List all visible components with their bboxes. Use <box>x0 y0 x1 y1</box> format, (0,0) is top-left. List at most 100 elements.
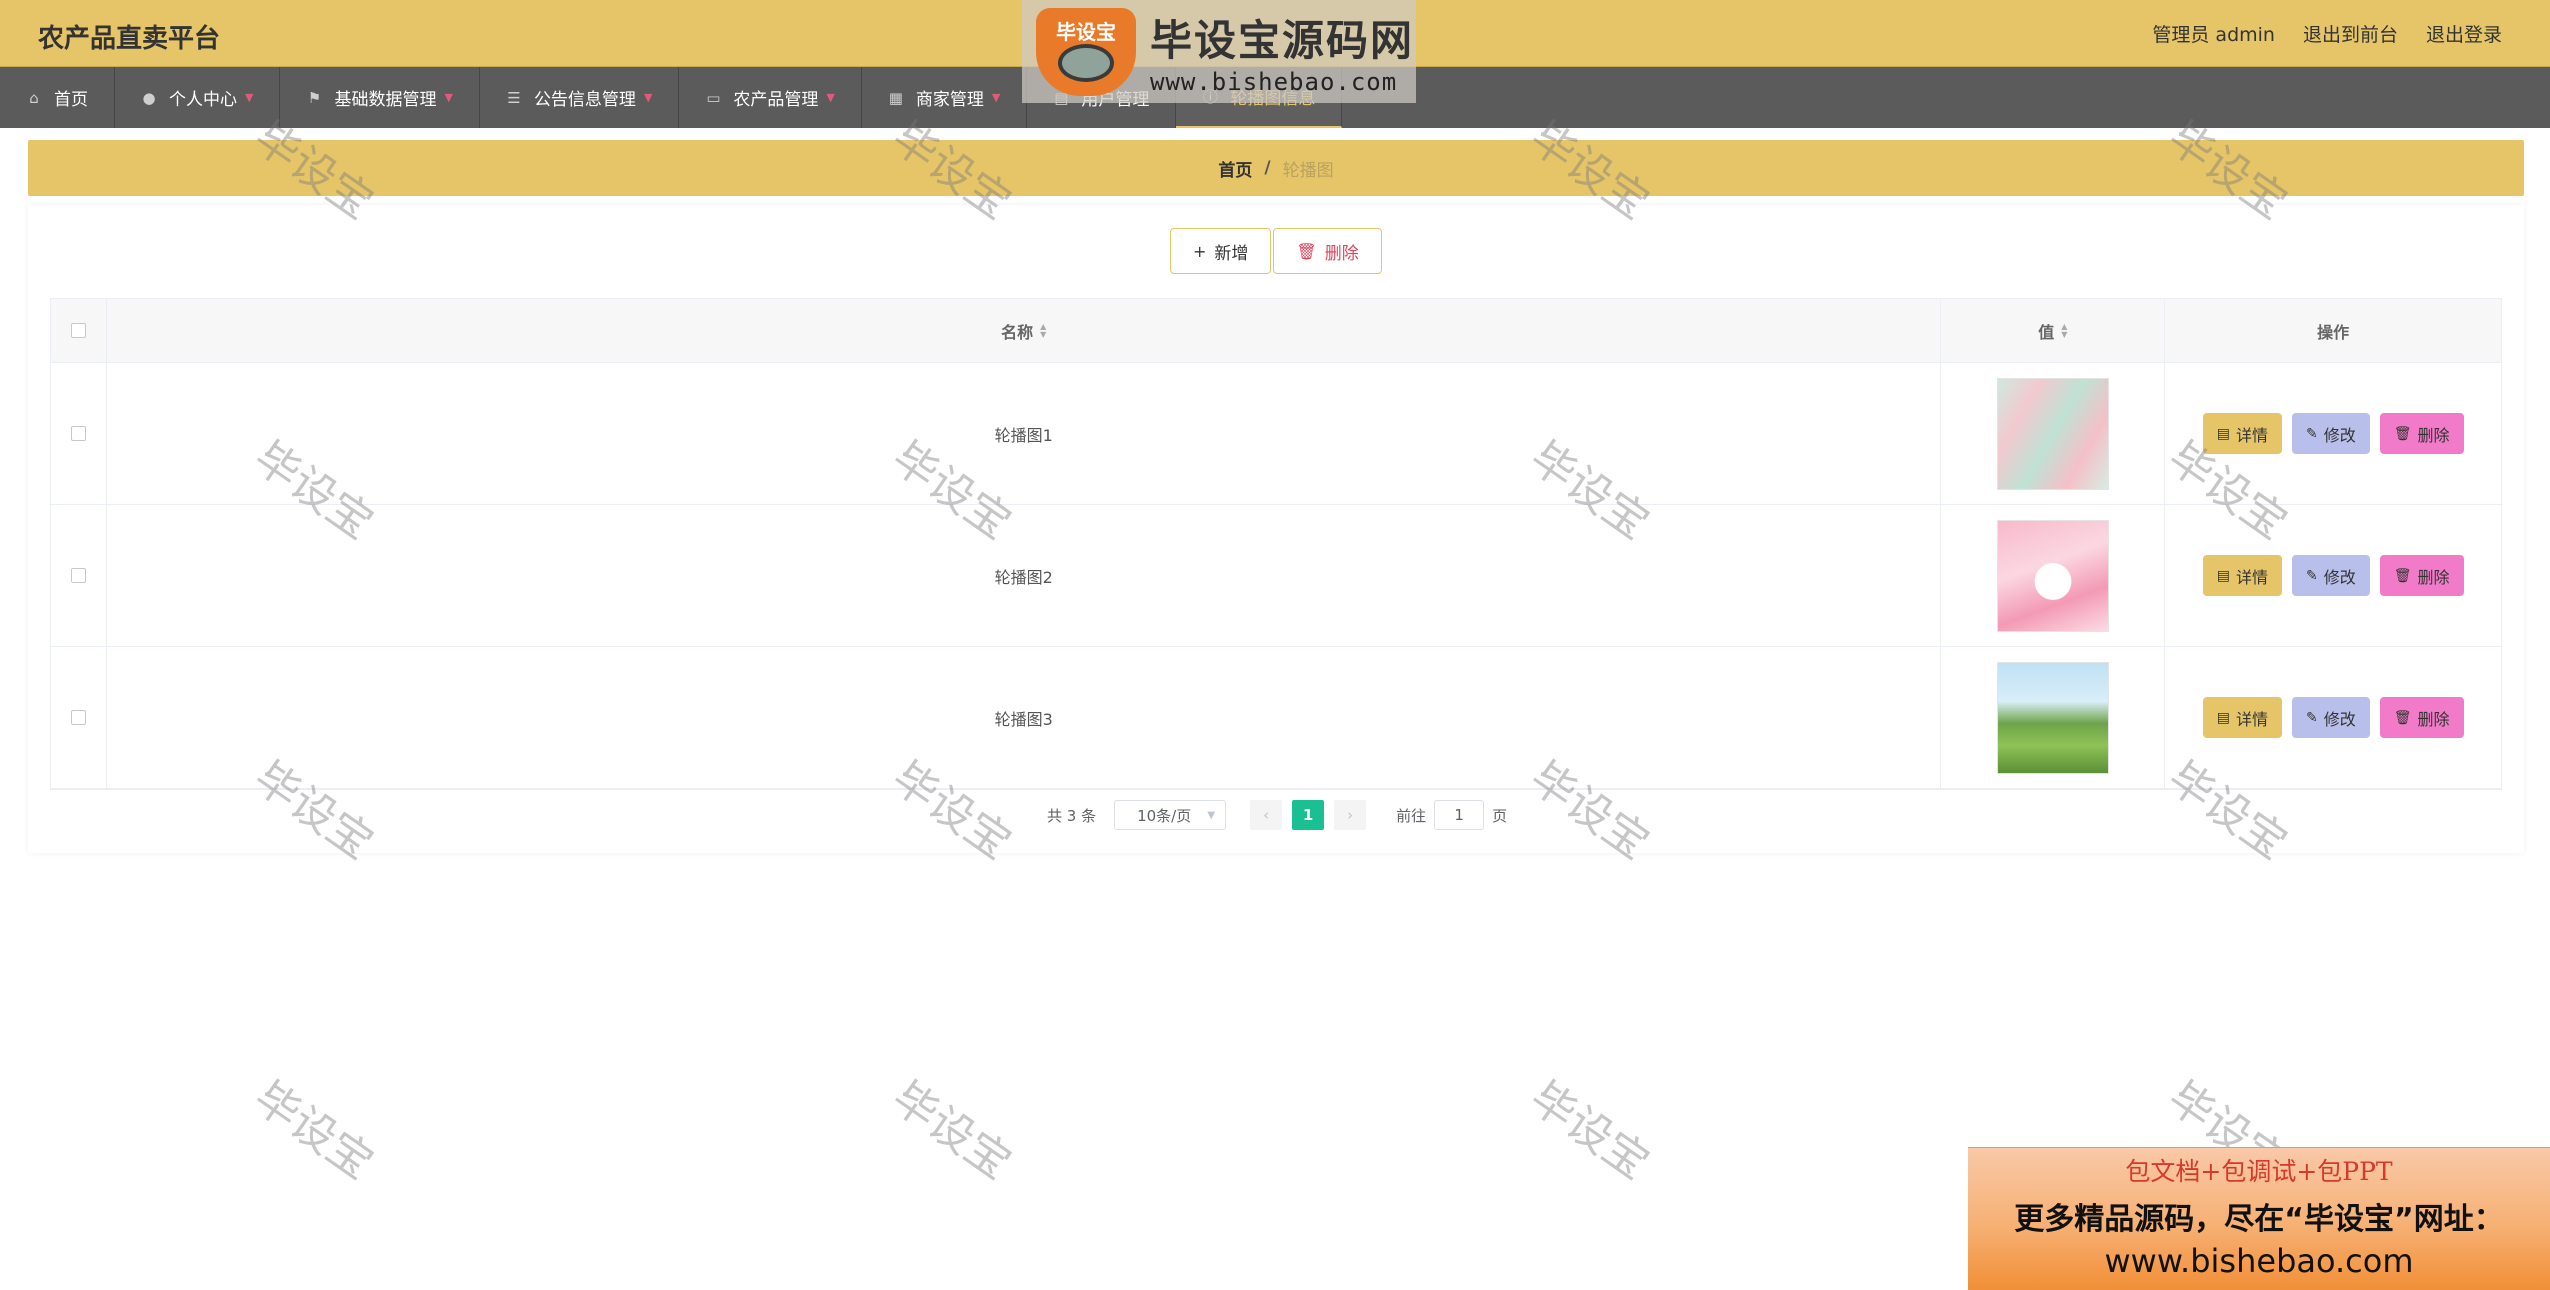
promo-banner[interactable]: 包文档+包调试+包PPT 更多精品源码，尽在“毕设宝”网址： www.bishe… <box>1968 1147 2550 1290</box>
row-checkbox[interactable] <box>70 710 86 725</box>
next-page-button[interactable]: › <box>1334 800 1367 830</box>
sort-icon[interactable]: ▲ ▼ <box>1040 322 1046 339</box>
detail-button-label: 详情 <box>2235 425 2268 445</box>
detail-button[interactable]: ▤ 详情 <box>2202 697 2282 738</box>
carousel-thumbnail[interactable] <box>1996 661 2109 774</box>
page-number-button[interactable]: 1 <box>1292 800 1325 830</box>
user-icon: ● <box>142 88 156 107</box>
detail-button[interactable]: ▤ 详情 <box>2202 413 2282 454</box>
brand-url: www.bishebao.com <box>1150 68 1398 96</box>
chevron-left-icon: ‹ <box>1263 806 1270 824</box>
nav-item-notice[interactable]: ☰ 公告信息管理 ▼ <box>480 67 680 128</box>
nav-item-label: 基础数据管理 <box>334 90 437 110</box>
flag-icon: ⚑ <box>307 88 322 107</box>
delete-button-label: 删除 <box>2417 567 2450 587</box>
row-check-cell <box>51 363 107 504</box>
edit-button[interactable]: ✎ 修改 <box>2291 555 2370 596</box>
goto-page-input[interactable]: 1 <box>1434 800 1485 830</box>
row-check-cell <box>51 647 107 788</box>
header-actions: 管理员 admin 退出到前台 退出登录 <box>2152 20 2502 47</box>
chevron-down-icon: ▼ <box>991 91 1001 104</box>
column-ops-label: 操作 <box>2317 322 2350 342</box>
header-check-cell <box>51 299 107 362</box>
brand-logo-icon: 毕设宝 <box>1036 7 1136 96</box>
page-size-value: 10条/页 <box>1137 806 1192 825</box>
document-icon: ▤ <box>2216 567 2230 584</box>
sort-icon[interactable]: ▲ ▼ <box>2061 322 2067 339</box>
edit-button-label: 修改 <box>2323 567 2356 587</box>
nav-item-base-data[interactable]: ⚑ 基础数据管理 ▼ <box>280 67 480 128</box>
batch-delete-label: 删除 <box>1324 243 1359 264</box>
add-button[interactable]: + 新增 <box>1170 228 1272 274</box>
admin-label: 管理员 admin <box>2152 24 2275 46</box>
row-name: 轮播图2 <box>994 567 1053 587</box>
grid-icon: ▦ <box>888 88 903 107</box>
front-link[interactable]: 退出到前台 <box>2303 20 2398 47</box>
trash-icon: 🗑 <box>2393 567 2412 584</box>
delete-button[interactable]: 🗑 删除 <box>2379 413 2464 454</box>
row-name-cell: 轮播图2 <box>107 505 1942 646</box>
select-all-checkbox[interactable] <box>70 323 86 338</box>
nav-item-products[interactable]: ▭ 农产品管理 ▼ <box>679 67 862 128</box>
column-value-label: 值 <box>2038 322 2055 342</box>
edit-button-label: 修改 <box>2323 425 2356 445</box>
row-name-cell: 轮播图3 <box>107 647 1942 788</box>
chevron-down-icon: ▼ <box>245 91 254 104</box>
chevron-down-icon: ▼ <box>1207 809 1216 821</box>
nav-item-label: 公告信息管理 <box>533 90 636 110</box>
pencil-icon: ✎ <box>2305 567 2318 584</box>
table-header-row: 名称 ▲ ▼ 值 ▲ ▼ 操作 <box>51 299 2501 363</box>
pencil-icon: ✎ <box>2305 709 2318 726</box>
diagonal-watermark: 毕设宝 <box>1520 1071 1659 1190</box>
trash-icon: 🗑 <box>2393 425 2412 442</box>
edit-button[interactable]: ✎ 修改 <box>2291 697 2370 738</box>
diagonal-watermark: 毕设宝 <box>244 1071 383 1190</box>
row-check-cell <box>51 505 107 646</box>
header-name-cell[interactable]: 名称 ▲ ▼ <box>107 299 1942 362</box>
row-checkbox[interactable] <box>70 568 86 583</box>
page-size-select[interactable]: 10条/页 ▼ <box>1114 800 1227 830</box>
promo-line-3: www.bishebao.com <box>2104 1242 2414 1280</box>
batch-delete-button[interactable]: 🗑 删除 <box>1273 228 1382 274</box>
chevron-down-icon: ▼ <box>826 91 835 104</box>
row-name-cell: 轮播图1 <box>107 363 1942 504</box>
pencil-icon: ✎ <box>2305 425 2318 442</box>
add-button-label: 新增 <box>1214 243 1249 264</box>
delete-button[interactable]: 🗑 删除 <box>2379 555 2464 596</box>
breadcrumb: 首页 / 轮播图 <box>28 140 2524 196</box>
nav-item-profile[interactable]: ● 个人中心 ▼ <box>115 67 281 128</box>
nav-item-label: 首页 <box>54 90 88 110</box>
edit-button[interactable]: ✎ 修改 <box>2291 413 2370 454</box>
nav-item-home[interactable]: ⌂ 首页 <box>0 67 115 128</box>
chevron-down-icon: ▼ <box>444 91 453 104</box>
nav-item-label: 商家管理 <box>915 90 984 110</box>
goto-prefix: 前往 <box>1396 806 1427 825</box>
row-value-cell <box>1941 505 2166 646</box>
total-count: 共 3 条 <box>1047 806 1097 825</box>
nav-item-merchants[interactable]: ▦ 商家管理 ▼ <box>862 67 1028 128</box>
detail-button-label: 详情 <box>2235 709 2268 729</box>
trash-icon: 🗑 <box>1296 241 1317 261</box>
breadcrumb-separator: / <box>1264 158 1271 178</box>
carousel-thumbnail[interactable] <box>1996 519 2109 632</box>
row-value-cell <box>1941 363 2166 504</box>
goto-suffix: 页 <box>1492 806 1508 825</box>
carousel-thumbnail[interactable] <box>1996 377 2109 490</box>
chevron-down-icon: ▼ <box>643 91 653 104</box>
breadcrumb-home[interactable]: 首页 <box>1218 156 1252 181</box>
delete-button[interactable]: 🗑 删除 <box>2379 697 2464 738</box>
header-value-cell[interactable]: 值 ▲ ▼ <box>1941 299 2166 362</box>
row-checkbox[interactable] <box>70 426 86 441</box>
logout-link[interactable]: 退出登录 <box>2426 20 2502 47</box>
detail-button[interactable]: ▤ 详情 <box>2202 555 2282 596</box>
promo-line-2: 更多精品源码，尽在“毕设宝”网址： <box>2014 1202 2504 1237</box>
prev-page-button[interactable]: ‹ <box>1250 800 1283 830</box>
sliders-icon: ☰ <box>507 88 521 107</box>
row-name: 轮播图1 <box>994 425 1053 445</box>
row-value-cell <box>1941 647 2166 788</box>
detail-button-label: 详情 <box>2235 567 2268 587</box>
delete-button-label: 删除 <box>2417 425 2450 445</box>
breadcrumb-current: 轮播图 <box>1282 160 1334 181</box>
brand-title: 毕设宝源码网 <box>1150 16 1415 65</box>
table-toolbar: + 新增 🗑 删除 <box>1170 228 1382 274</box>
